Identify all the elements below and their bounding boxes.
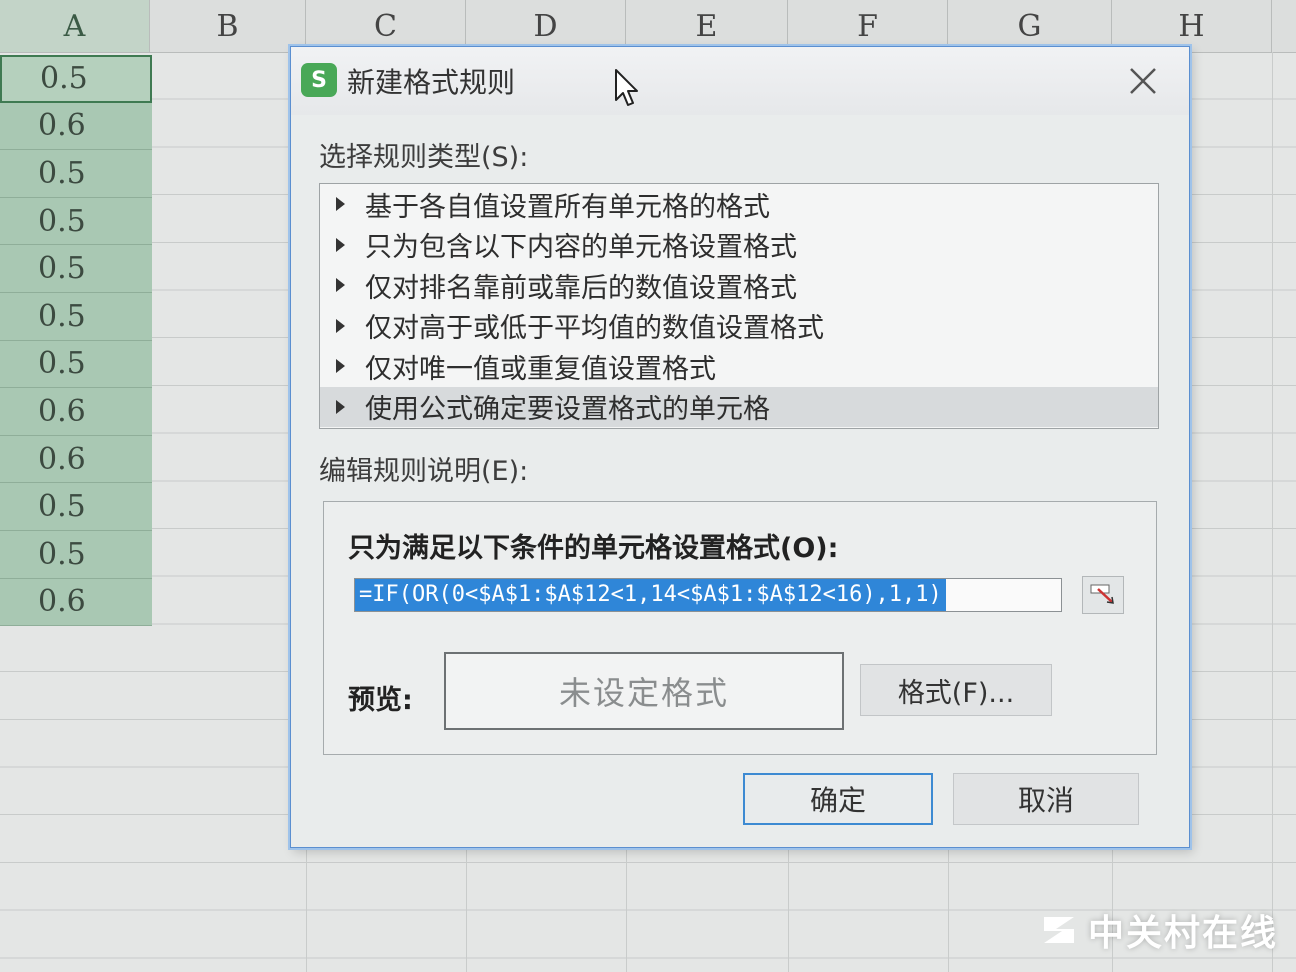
column-a-cells: 0.5 0.6 0.5 0.5 0.5 0.5 0.5 0.6 0.6 0.5 … — [0, 55, 152, 627]
preview-text: 未设定格式 — [558, 674, 729, 712]
rule-type-text: 仅对排名靠前或靠后的数值设置格式 — [365, 272, 797, 304]
watermark: 中关村在线 — [1040, 904, 1278, 956]
rule-type-list: 基于各自值设置所有单元格的格式 只为包含以下内容的单元格设置格式 仅对排名靠前或… — [319, 183, 1159, 429]
column-header-e[interactable]: E — [626, 0, 788, 52]
cell-a7[interactable]: 0.5 — [0, 340, 152, 389]
column-header-g[interactable]: G — [948, 0, 1112, 52]
rule-type-item[interactable]: 只为包含以下内容的单元格设置格式 — [320, 225, 1158, 266]
edit-rule-panel: 只为满足以下条件的单元格设置格式(O): =IF(OR(0<$A$1:$A$12… — [323, 501, 1157, 755]
formula-text: =IF(OR(0<$A$1:$A$12<1,14<$A$1:$A$12<16),… — [355, 579, 946, 611]
cell-a6[interactable]: 0.5 — [0, 292, 152, 341]
rule-type-item[interactable]: 仅对高于或低于平均值的数值设置格式 — [320, 306, 1158, 347]
rule-type-item[interactable]: 基于各自值设置所有单元格的格式 — [320, 184, 1158, 225]
range-select-button[interactable] — [1082, 576, 1124, 614]
close-icon[interactable] — [1121, 61, 1165, 101]
ok-button[interactable]: 确定 — [743, 773, 933, 825]
column-header-d[interactable]: D — [466, 0, 626, 52]
column-header-f[interactable]: F — [788, 0, 948, 52]
zol-logo-icon — [1043, 917, 1074, 943]
column-header-h[interactable]: H — [1112, 0, 1272, 52]
triangle-right-icon — [336, 237, 345, 252]
watermark-text: 中关村在线 — [1087, 913, 1278, 954]
rule-type-item[interactable]: 仅对唯一值或重复值设置格式 — [320, 346, 1158, 387]
triangle-right-icon — [336, 399, 345, 414]
cell-a1[interactable]: 0.5 — [0, 55, 152, 103]
rule-type-text: 仅对唯一值或重复值设置格式 — [365, 353, 716, 385]
cancel-button[interactable]: 取消 — [953, 773, 1139, 825]
rule-type-label: 选择规则类型(S): — [319, 142, 529, 173]
column-header-b[interactable]: B — [150, 0, 306, 52]
preview-box: 未设定格式 — [444, 652, 844, 730]
cell-a8[interactable]: 0.6 — [0, 388, 152, 436]
dialog-title: 新建格式规则 — [347, 66, 516, 99]
cell-a11[interactable]: 0.5 — [0, 530, 152, 579]
cell-a10[interactable]: 0.5 — [0, 483, 152, 531]
rule-type-text: 仅对高于或低于平均值的数值设置格式 — [365, 313, 824, 345]
triangle-right-icon — [336, 318, 345, 333]
new-format-rule-dialog: S 新建格式规则 选择规则类型(S): 基于各自值设置所有单元格的格式 只为包含… — [290, 46, 1190, 848]
format-button[interactable]: 格式(F)... — [860, 664, 1052, 716]
triangle-right-icon — [336, 197, 345, 212]
range-select-icon — [1090, 584, 1114, 604]
cell-a5[interactable]: 0.5 — [0, 245, 152, 293]
formula-input[interactable]: =IF(OR(0<$A$1:$A$12<1,14<$A$1:$A$12<16),… — [354, 578, 1062, 612]
mouse-cursor-icon — [614, 68, 640, 112]
preview-label: 预览: — [348, 685, 413, 716]
condition-label: 只为满足以下条件的单元格设置格式(O): — [348, 533, 839, 564]
cell-a9[interactable]: 0.6 — [0, 435, 152, 484]
rule-type-text: 使用公式确定要设置格式的单元格 — [365, 394, 770, 426]
grid-divider — [1272, 52, 1273, 972]
triangle-right-icon — [336, 359, 345, 374]
rule-type-item-selected[interactable]: 使用公式确定要设置格式的单元格 — [320, 386, 1158, 427]
rule-type-item[interactable]: 仅对排名靠前或靠后的数值设置格式 — [320, 265, 1158, 306]
cell-a2[interactable]: 0.6 — [0, 102, 152, 151]
edit-rule-label: 编辑规则说明(E): — [319, 456, 529, 487]
cell-a4[interactable]: 0.5 — [0, 197, 152, 246]
rule-type-text: 只为包含以下内容的单元格设置格式 — [365, 232, 797, 264]
rule-type-text: 基于各自值设置所有单元格的格式 — [365, 191, 770, 223]
cell-a12[interactable]: 0.6 — [0, 578, 152, 627]
cell-a3[interactable]: 0.5 — [0, 150, 152, 198]
triangle-right-icon — [336, 278, 345, 293]
column-header-a[interactable]: A — [0, 0, 150, 52]
column-header-c[interactable]: C — [306, 0, 466, 52]
dialog-titlebar[interactable]: S 新建格式规则 — [291, 47, 1189, 115]
wps-app-icon: S — [301, 63, 337, 97]
